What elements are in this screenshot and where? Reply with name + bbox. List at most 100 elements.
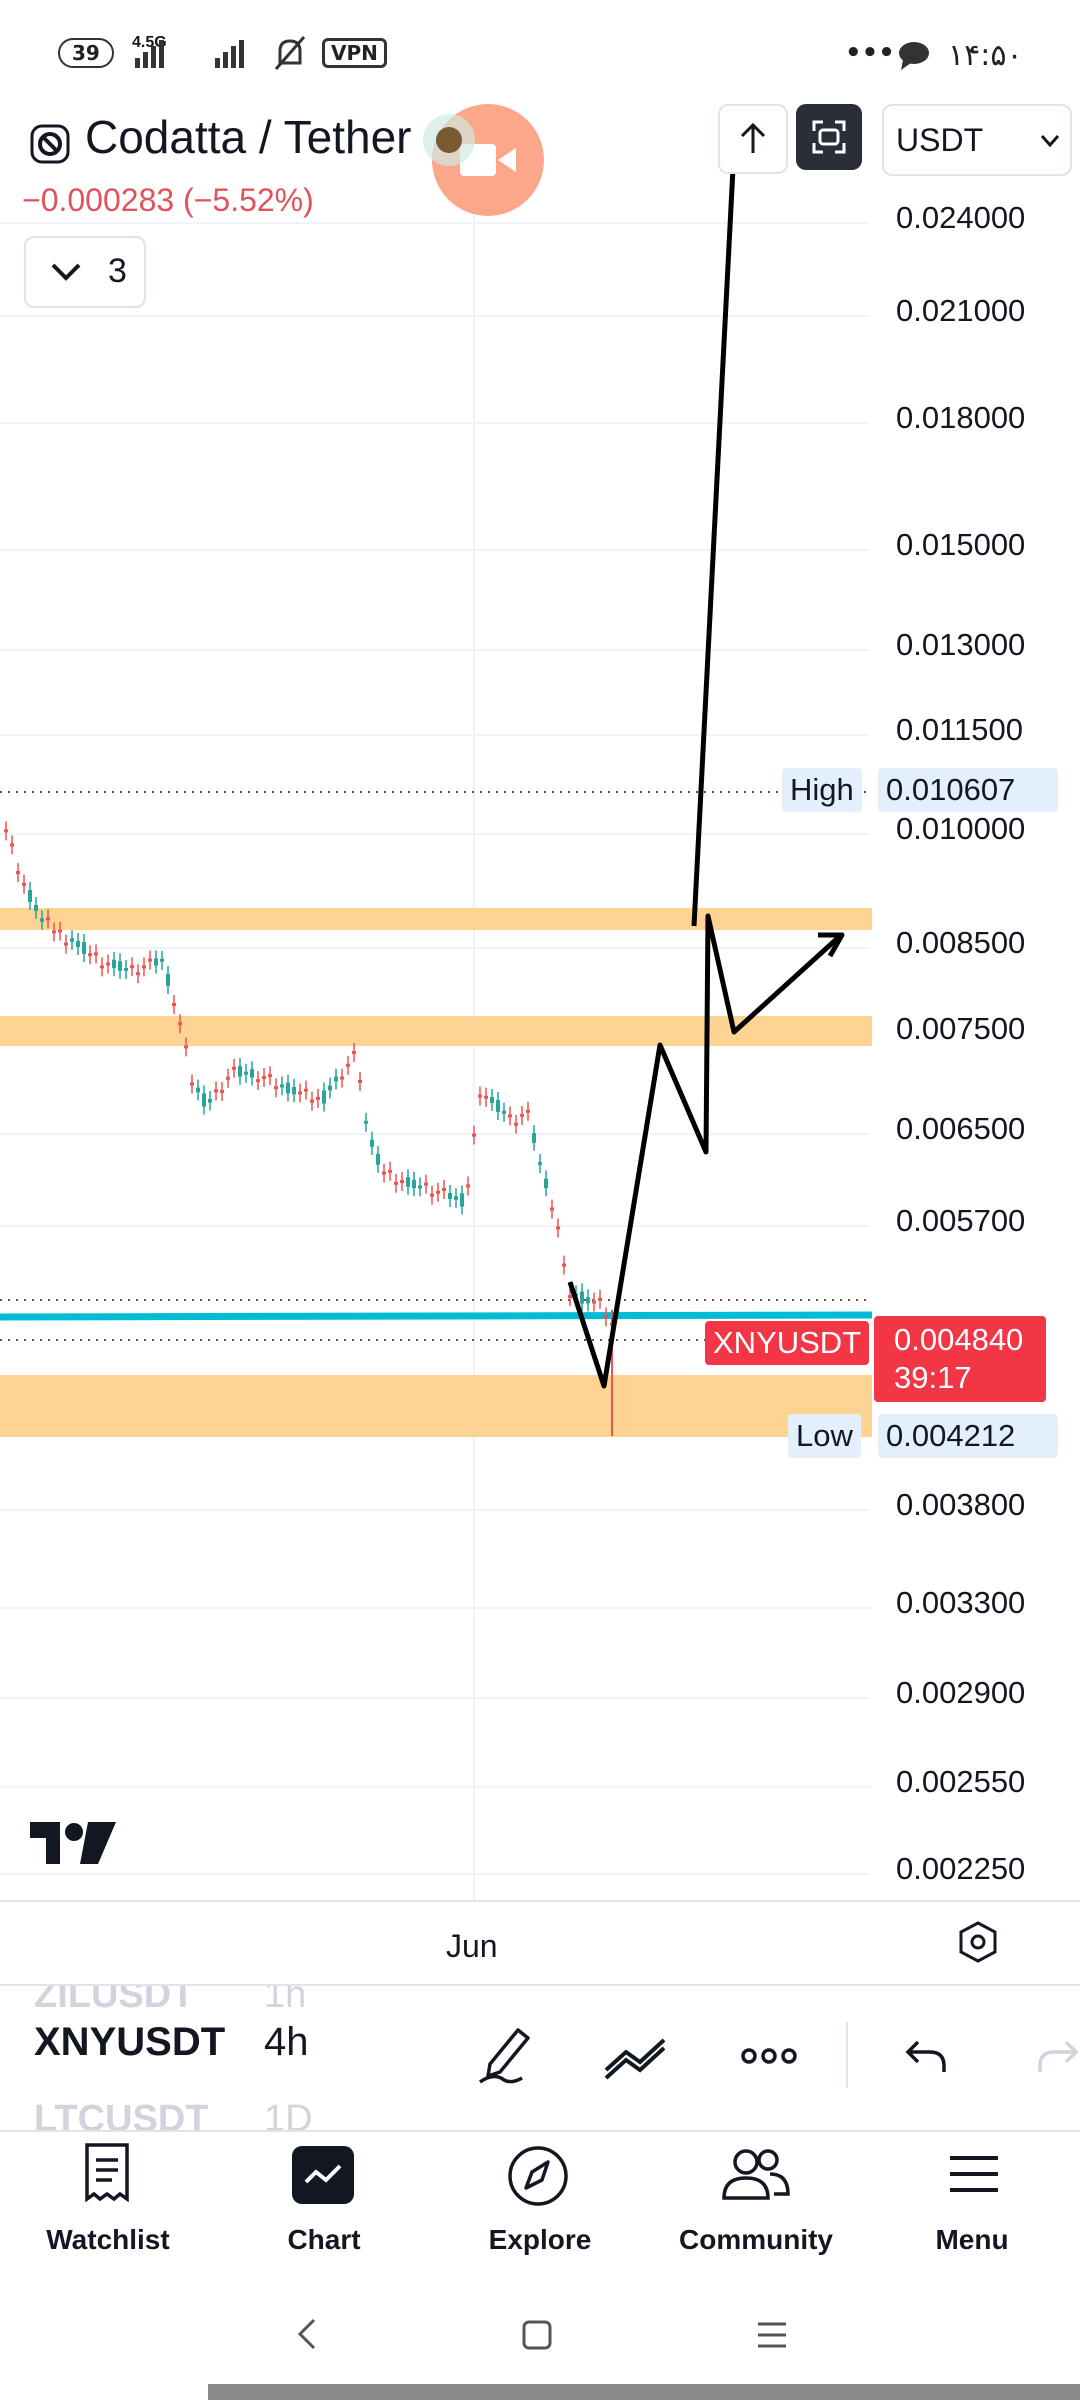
arrow-up-icon — [740, 122, 766, 153]
candle-body — [400, 1180, 404, 1183]
candle-body — [178, 1022, 182, 1026]
candle-body — [64, 942, 68, 946]
nav-explore[interactable]: Explore — [440, 2224, 640, 2256]
candle-body — [424, 1182, 428, 1186]
bar-countdown: 39:17 — [894, 1360, 972, 1395]
picker-next-symbol[interactable]: LTCUSDT — [34, 2098, 209, 2130]
price-axis-label: 0.002550 — [896, 1764, 1026, 1799]
notification-count-badge: 39 — [58, 38, 114, 68]
candle-body — [472, 1133, 476, 1137]
time-axis[interactable]: Jun — [0, 1900, 1080, 1986]
candle-body — [52, 930, 56, 934]
hand-drawn-vertical-line[interactable] — [691, 110, 739, 927]
status-more-icon: ••• — [845, 38, 895, 68]
price-axis-label: 0.003300 — [896, 1585, 1026, 1620]
fullscreen-button[interactable] — [796, 104, 862, 170]
recording-dot-icon — [436, 127, 462, 153]
chart-nav-icon — [292, 2146, 354, 2204]
candle-body — [208, 1099, 212, 1103]
indicators-count: 3 — [108, 252, 127, 290]
mute-bell-icon — [274, 36, 306, 70]
community-icon — [722, 2149, 790, 2200]
cyan-horizontal-line[interactable] — [0, 1311, 873, 1321]
settings-hex-icon[interactable] — [956, 1920, 1000, 1964]
nav-menu[interactable]: Menu — [872, 2224, 1072, 2256]
candle-body — [502, 1110, 506, 1114]
scroll-up-button[interactable] — [718, 104, 788, 174]
price-axis-label: 0.024000 — [896, 200, 1026, 235]
price-axis-label: 0.021000 — [896, 293, 1026, 328]
pen-icon[interactable] — [476, 2024, 534, 2086]
current-price: 0.004840 — [894, 1322, 1024, 1357]
trendline-tool-icon[interactable] — [602, 2034, 670, 2080]
indicators-toggle[interactable]: 3 — [24, 236, 146, 308]
redo-icon[interactable] — [1036, 2036, 1080, 2076]
candle-body — [262, 1076, 266, 1079]
candle-body — [448, 1193, 452, 1199]
candle-body — [256, 1079, 260, 1083]
candle-body — [394, 1181, 398, 1185]
candle-body — [346, 1063, 350, 1067]
candle-body — [226, 1076, 230, 1080]
chevron-down-icon — [51, 263, 81, 281]
coin-logo-icon — [30, 124, 70, 164]
candle-body — [10, 843, 14, 847]
price-change: −0.000283 (−5.52%) — [22, 182, 314, 218]
price-chart[interactable] — [0, 110, 1080, 1910]
candle-body — [100, 965, 104, 969]
candle-body — [550, 1207, 554, 1211]
candle-body — [352, 1051, 356, 1054]
candle-body — [562, 1263, 566, 1267]
android-back-icon[interactable] — [292, 2316, 322, 2352]
more-icon[interactable] — [740, 2044, 798, 2068]
candle-body — [76, 941, 80, 947]
candle-body — [586, 1297, 590, 1304]
high-label: High — [782, 768, 862, 812]
nav-watchlist[interactable]: Watchlist — [8, 2224, 208, 2256]
resistance-zone-lower[interactable] — [0, 1016, 872, 1046]
candle-body — [154, 958, 158, 966]
android-recents-icon[interactable] — [756, 2320, 788, 2350]
candle-body — [232, 1066, 236, 1070]
support-zone[interactable] — [0, 1375, 872, 1437]
tradingview-logo — [30, 1822, 116, 1864]
candle-body — [286, 1082, 290, 1094]
resistance-zone-upper[interactable] — [0, 908, 872, 930]
price-axis-label: 0.013000 — [896, 627, 1026, 662]
candle-body — [40, 918, 44, 922]
symbol-title[interactable]: Codatta / Tether — [85, 110, 411, 164]
candle-body — [496, 1100, 500, 1112]
candle-body — [46, 917, 50, 921]
candle-body — [532, 1133, 536, 1143]
picker-next-interval[interactable]: 1D — [264, 2098, 313, 2130]
high-value: 0.010607 — [878, 768, 1058, 812]
signal-icon — [135, 40, 244, 68]
candle-body — [520, 1113, 524, 1117]
nav-chart[interactable]: Chart — [224, 2224, 424, 2256]
candle-body — [304, 1088, 308, 1092]
chevron-down-icon — [1040, 135, 1060, 148]
gesture-bar — [208, 2384, 1080, 2400]
candle-body — [430, 1193, 434, 1197]
currency-select[interactable]: USDT — [882, 104, 1072, 176]
android-home-icon[interactable] — [520, 2318, 554, 2352]
candle-body — [166, 974, 170, 986]
candle-body — [322, 1090, 326, 1104]
candle-body — [130, 965, 134, 969]
candle-body — [268, 1074, 272, 1078]
nav-community[interactable]: Community — [656, 2224, 856, 2256]
price-axis-label: 0.002250 — [896, 1851, 1026, 1886]
picker-prev-interval[interactable]: 1h — [264, 1986, 306, 2017]
candle-body — [106, 962, 110, 966]
picker-prev-symbol[interactable]: ZILUSDT — [34, 1986, 194, 2017]
symbol-picker-current[interactable]: XNYUSDT — [34, 2020, 225, 2065]
price-axis-label: 0.015000 — [896, 527, 1026, 562]
candle-body — [16, 871, 20, 875]
candle-body — [436, 1190, 440, 1194]
price-axis-label: 0.011500 — [896, 712, 1023, 747]
candle-body — [172, 1003, 176, 1006]
candle-body — [34, 905, 38, 911]
candle-body — [604, 1315, 608, 1319]
undo-icon[interactable] — [904, 2036, 948, 2076]
interval-picker-current[interactable]: 4h — [264, 2020, 309, 2065]
